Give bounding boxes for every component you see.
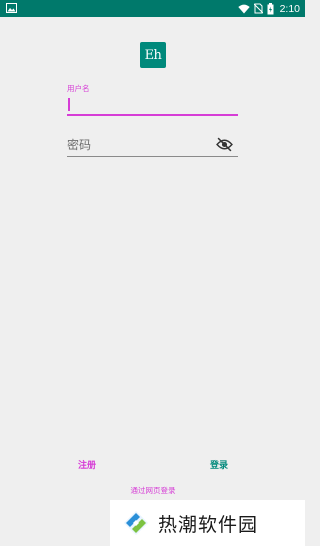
text-cursor xyxy=(68,98,70,111)
status-icons: 2:10 xyxy=(237,0,300,17)
username-input[interactable] xyxy=(67,94,238,116)
watermark-text: 热潮软件园 xyxy=(158,513,259,536)
app-logo-text: Eh xyxy=(144,47,162,63)
image-icon xyxy=(6,3,17,13)
register-button[interactable]: 注册 xyxy=(72,456,102,472)
status-bar: 2:10 xyxy=(0,0,305,17)
status-time: 2:10 xyxy=(279,2,300,15)
username-label: 用户名 xyxy=(67,84,90,93)
watermark-logo-icon xyxy=(124,511,148,535)
watermark: 热潮软件园 xyxy=(110,500,305,546)
battery-icon xyxy=(267,2,274,14)
login-button[interactable]: 登录 xyxy=(204,456,234,472)
visibility-off-icon[interactable] xyxy=(216,137,233,152)
login-screen: 2:10 Eh 用户名 注册 登录 通过网页登录 热潮软件园 xyxy=(0,0,305,546)
no-sim-icon xyxy=(253,3,263,14)
password-input[interactable] xyxy=(67,133,238,157)
app-logo: Eh xyxy=(140,42,166,68)
web-login-link[interactable]: 通过网页登录 xyxy=(118,485,188,499)
wifi-icon xyxy=(237,4,250,13)
